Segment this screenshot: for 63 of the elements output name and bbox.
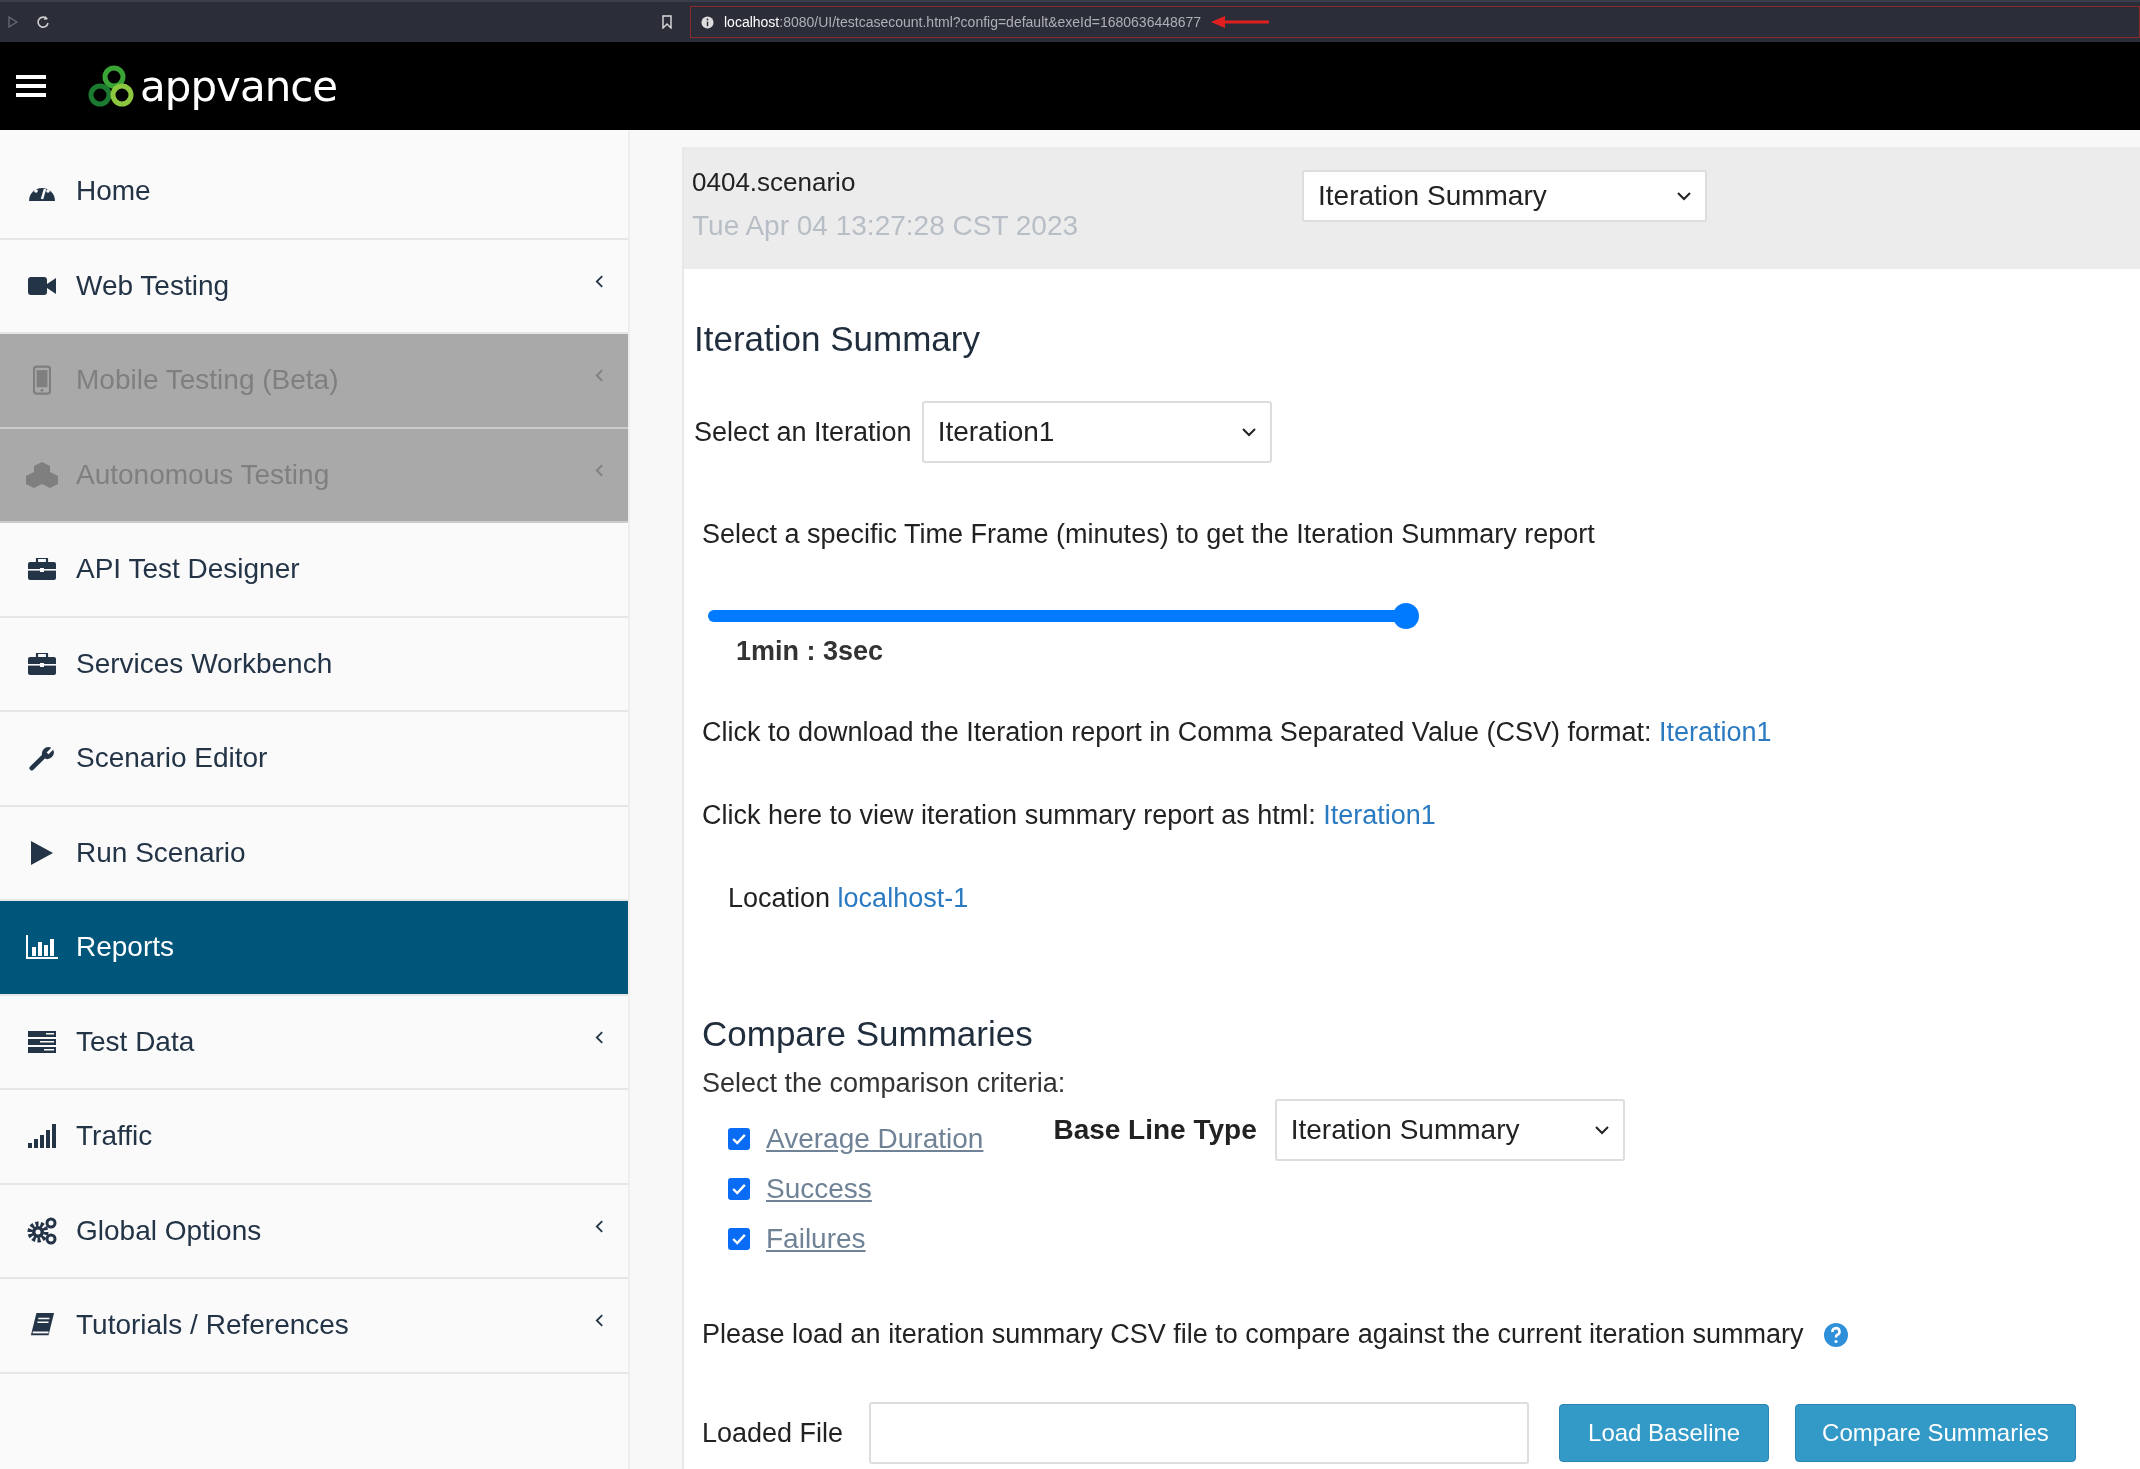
baseline-label: Base Line Type	[1053, 1114, 1257, 1146]
checkbox[interactable]	[728, 1128, 750, 1150]
criteria-link[interactable]: Failures	[766, 1223, 866, 1255]
sidebar-item[interactable]: Global Options	[0, 1184, 628, 1279]
section-heading: Compare Summaries	[702, 1014, 1034, 1054]
chevron-down-icon	[1241, 427, 1256, 437]
url-text: localhost:8080/UI/testcasecount.html?config=default&exeId=1680636448677	[724, 14, 1202, 30]
download-text: Click to download the Iteration report in Comma Separated Value (CSV) format:	[702, 717, 1652, 747]
sidebar-item[interactable]: Tutorials / References	[0, 1279, 628, 1374]
timeframe-reading: 1min : 3sec	[736, 636, 885, 667]
section-heading: Iteration Summary	[694, 319, 981, 359]
check-icon	[732, 1183, 746, 1195]
list-icon	[28, 1030, 56, 1053]
reload-icon[interactable]	[36, 15, 50, 29]
arrow-icon	[1211, 16, 1272, 28]
sidebar-item[interactable]: Test Data	[0, 995, 628, 1090]
check-icon	[732, 1233, 746, 1245]
loaded-file-label: Loaded File	[702, 1417, 844, 1449]
briefcase-icon	[28, 558, 56, 581]
criteria-label: Select the comparison criteria:	[702, 1068, 1067, 1099]
iteration-dropdown[interactable]: Iteration1	[921, 401, 1272, 463]
briefcase-icon	[28, 652, 56, 675]
forward-icon[interactable]	[8, 16, 18, 28]
criteria-link[interactable]: Average Duration	[766, 1123, 984, 1155]
checkbox[interactable]	[728, 1178, 750, 1200]
play-icon	[31, 840, 53, 865]
timeframe-text: Select a specific Time Frame (minutes) to get the Iteration Summary report	[702, 519, 1596, 550]
address-bar[interactable]: localhost:8080/UI/testcasecount.html?config=default&exeId=1680636448677	[690, 6, 2140, 38]
signal-icon	[28, 1124, 56, 1149]
check-icon	[732, 1133, 746, 1145]
csv-link[interactable]: Iteration1	[1658, 717, 1772, 747]
video-camera-icon	[28, 276, 56, 295]
wrench-icon	[29, 745, 55, 772]
html-link[interactable]: Iteration1	[1323, 800, 1436, 830]
phone-icon	[33, 365, 51, 396]
location-link[interactable]: localhost-1	[837, 883, 969, 913]
html-report-text: Click here to view iteration summary report as html:	[702, 800, 1316, 830]
bar-chart-icon	[26, 935, 58, 960]
criteria-link[interactable]: Success	[766, 1173, 872, 1205]
checkbox[interactable]	[728, 1228, 750, 1250]
menu-icon[interactable]	[16, 74, 46, 98]
chevron-down-icon	[1677, 191, 1691, 201]
loaded-file-field[interactable]	[869, 1402, 1530, 1464]
logo-text: appvance	[140, 61, 338, 111]
iteration-label: Select an Iteration	[694, 416, 912, 448]
sidebar-item[interactable]: Home	[0, 145, 628, 240]
scenario-name: 0404.scenario	[692, 167, 857, 198]
chevron-down-icon	[1594, 1125, 1609, 1135]
load-instructions: Please load an iteration summary CSV file to compare against the current iteration summary	[702, 1319, 1804, 1350]
sidebar-item[interactable]: API Test Designer	[0, 523, 628, 618]
logo-icon	[88, 65, 134, 107]
report-type-dropdown[interactable]: Iteration Summary	[1302, 170, 1707, 222]
location-label: Location	[728, 883, 831, 913]
sidebar-item[interactable]: Services Workbench	[0, 617, 628, 712]
bookmark-icon[interactable]	[662, 15, 672, 29]
cubes-icon	[25, 460, 59, 489]
sidebar-item[interactable]: Scenario Editor	[0, 712, 628, 807]
help-icon[interactable]	[1823, 1322, 1848, 1347]
baseline-dropdown[interactable]: Iteration Summary	[1274, 1099, 1625, 1161]
sidebar-item[interactable]: Traffic	[0, 1090, 628, 1185]
sidebar-item[interactable]: Reports	[0, 901, 628, 996]
info-icon[interactable]	[701, 15, 714, 29]
gears-icon	[27, 1216, 57, 1245]
